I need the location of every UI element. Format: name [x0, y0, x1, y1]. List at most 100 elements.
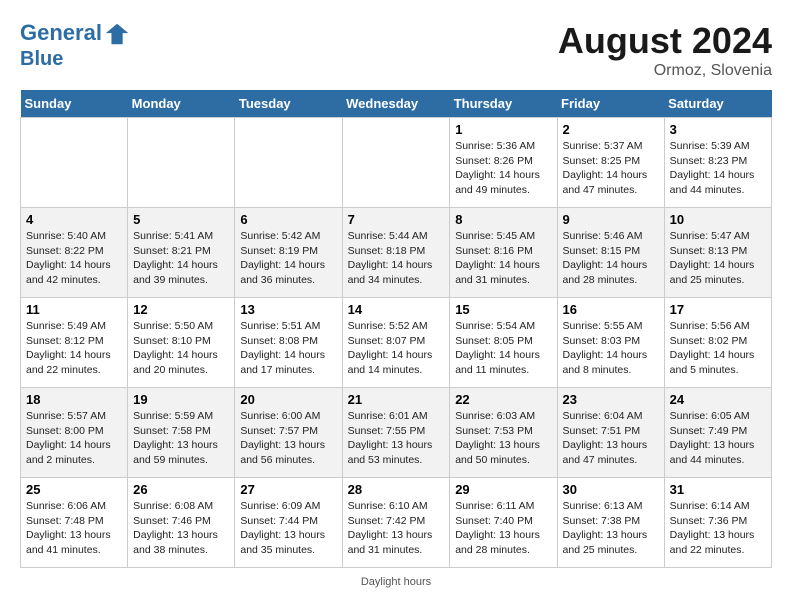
location: Ormoz, Slovenia	[558, 62, 772, 80]
dow-friday: Friday	[557, 90, 664, 118]
day-info: Sunrise: 5:49 AM Sunset: 8:12 PM Dayligh…	[26, 319, 122, 378]
day-info: Sunrise: 5:37 AM Sunset: 8:25 PM Dayligh…	[563, 139, 659, 198]
day-number: 27	[240, 482, 336, 497]
calendar-cell: 4Sunrise: 5:40 AM Sunset: 8:22 PM Daylig…	[21, 208, 128, 298]
day-info: Sunrise: 5:42 AM Sunset: 8:19 PM Dayligh…	[240, 229, 336, 288]
day-info: Sunrise: 6:03 AM Sunset: 7:53 PM Dayligh…	[455, 409, 551, 468]
day-info: Sunrise: 5:55 AM Sunset: 8:03 PM Dayligh…	[563, 319, 659, 378]
calendar-cell: 24 Sunrise: 6:05 AM Sunset: 7:49 PM Dayli…	[664, 388, 771, 478]
calendar-cell: 22 Sunrise: 6:03 AM Sunset: 7:53 PM Dayli…	[450, 388, 557, 478]
calendar-cell: 14 Sunrise: 5:52 AM Sunset: 8:07 PM Dayli…	[342, 298, 450, 388]
day-number: 20	[240, 392, 336, 407]
day-number: 18	[26, 392, 122, 407]
day-number: 30	[563, 482, 659, 497]
day-number: 16	[563, 302, 659, 317]
day-info: Sunrise: 5:57 AM Sunset: 8:00 PM Dayligh…	[26, 409, 122, 468]
footer-note: Daylight hours	[20, 576, 772, 588]
day-info: Sunrise: 5:47 AM Sunset: 8:13 PM Dayligh…	[670, 229, 766, 288]
day-number: 1	[455, 122, 551, 137]
calendar-cell	[235, 118, 342, 208]
calendar-cell: 13 Sunrise: 5:51 AM Sunset: 8:08 PM Dayli…	[235, 298, 342, 388]
calendar-cell: 12Sunrise: 5:50 AM Sunset: 8:10 PM Dayli…	[128, 298, 235, 388]
day-info: Sunrise: 6:00 AM Sunset: 7:57 PM Dayligh…	[240, 409, 336, 468]
day-number: 17	[670, 302, 766, 317]
day-number: 22	[455, 392, 551, 407]
day-info: Sunrise: 5:51 AM Sunset: 8:08 PM Dayligh…	[240, 319, 336, 378]
day-number: 5	[133, 212, 229, 227]
calendar-cell: 30 Sunrise: 6:13 AM Sunset: 7:38 PM Dayli…	[557, 478, 664, 568]
day-number: 23	[563, 392, 659, 407]
day-info: Sunrise: 5:54 AM Sunset: 8:05 PM Dayligh…	[455, 319, 551, 378]
day-info: Sunrise: 5:45 AM Sunset: 8:16 PM Dayligh…	[455, 229, 551, 288]
dow-wednesday: Wednesday	[342, 90, 450, 118]
day-number: 2	[563, 122, 659, 137]
calendar-cell	[342, 118, 450, 208]
month-title: August 2024	[558, 20, 772, 62]
calendar-cell: 27 Sunrise: 6:09 AM Sunset: 7:44 PM Dayli…	[235, 478, 342, 568]
calendar-cell: 15 Sunrise: 5:54 AM Sunset: 8:05 PM Dayli…	[450, 298, 557, 388]
calendar-cell: 5 Sunrise: 5:41 AM Sunset: 8:21 PM Daylig…	[128, 208, 235, 298]
day-number: 26	[133, 482, 229, 497]
calendar-cell: 3 Sunrise: 5:39 AM Sunset: 8:23 PM Daylig…	[664, 118, 771, 208]
calendar-cell: 19 Sunrise: 5:59 AM Sunset: 7:58 PM Dayli…	[128, 388, 235, 478]
day-info: Sunrise: 5:50 AM Sunset: 8:10 PM Dayligh…	[133, 319, 229, 378]
day-info: Sunrise: 6:04 AM Sunset: 7:51 PM Dayligh…	[563, 409, 659, 468]
day-info: Sunrise: 5:40 AM Sunset: 8:22 PM Dayligh…	[26, 229, 122, 288]
dow-thursday: Thursday	[450, 90, 557, 118]
day-info: Sunrise: 5:36 AM Sunset: 8:26 PM Dayligh…	[455, 139, 551, 198]
calendar-cell: 7Sunrise: 5:44 AM Sunset: 8:18 PM Daylig…	[342, 208, 450, 298]
calendar-cell: 23 Sunrise: 6:04 AM Sunset: 7:51 PM Dayli…	[557, 388, 664, 478]
day-info: Sunrise: 5:59 AM Sunset: 7:58 PM Dayligh…	[133, 409, 229, 468]
logo-text: General	[20, 20, 132, 48]
calendar-cell	[21, 118, 128, 208]
calendar-cell: 2 Sunrise: 5:37 AM Sunset: 8:25 PM Daylig…	[557, 118, 664, 208]
calendar-cell: 1 Sunrise: 5:36 AM Sunset: 8:26 PM Daylig…	[450, 118, 557, 208]
day-info: Sunrise: 5:39 AM Sunset: 8:23 PM Dayligh…	[670, 139, 766, 198]
day-info: Sunrise: 5:56 AM Sunset: 8:02 PM Dayligh…	[670, 319, 766, 378]
calendar-cell	[128, 118, 235, 208]
day-number: 28	[348, 482, 445, 497]
day-number: 3	[670, 122, 766, 137]
calendar-cell: 28 Sunrise: 6:10 AM Sunset: 7:42 PM Dayli…	[342, 478, 450, 568]
day-info: Sunrise: 6:11 AM Sunset: 7:40 PM Dayligh…	[455, 499, 551, 558]
day-info: Sunrise: 6:13 AM Sunset: 7:38 PM Dayligh…	[563, 499, 659, 558]
calendar-cell: 11 Sunrise: 5:49 AM Sunset: 8:12 PM Dayli…	[21, 298, 128, 388]
day-number: 31	[670, 482, 766, 497]
dow-tuesday: Tuesday	[235, 90, 342, 118]
day-number: 19	[133, 392, 229, 407]
day-number: 21	[348, 392, 445, 407]
day-info: Sunrise: 6:14 AM Sunset: 7:36 PM Dayligh…	[670, 499, 766, 558]
day-info: Sunrise: 5:52 AM Sunset: 8:07 PM Dayligh…	[348, 319, 445, 378]
day-number: 15	[455, 302, 551, 317]
calendar-cell: 8 Sunrise: 5:45 AM Sunset: 8:16 PM Daylig…	[450, 208, 557, 298]
day-number: 11	[26, 302, 122, 317]
calendar-cell: 29Sunrise: 6:11 AM Sunset: 7:40 PM Dayli…	[450, 478, 557, 568]
calendar-cell: 17 Sunrise: 5:56 AM Sunset: 8:02 PM Dayli…	[664, 298, 771, 388]
day-info: Sunrise: 6:09 AM Sunset: 7:44 PM Dayligh…	[240, 499, 336, 558]
title-block: August 2024 Ormoz, Slovenia	[558, 20, 772, 80]
day-number: 9	[563, 212, 659, 227]
calendar-cell: 18 Sunrise: 5:57 AM Sunset: 8:00 PM Dayli…	[21, 388, 128, 478]
day-info: Sunrise: 6:05 AM Sunset: 7:49 PM Dayligh…	[670, 409, 766, 468]
day-number: 8	[455, 212, 551, 227]
calendar-cell: 26 Sunrise: 6:08 AM Sunset: 7:46 PM Dayli…	[128, 478, 235, 568]
day-info: Sunrise: 6:08 AM Sunset: 7:46 PM Dayligh…	[133, 499, 229, 558]
calendar-cell: 16 Sunrise: 5:55 AM Sunset: 8:03 PM Dayli…	[557, 298, 664, 388]
logo: General Blue	[20, 20, 132, 70]
day-info: Sunrise: 6:10 AM Sunset: 7:42 PM Dayligh…	[348, 499, 445, 558]
day-info: Sunrise: 5:41 AM Sunset: 8:21 PM Dayligh…	[133, 229, 229, 288]
calendar-table: SundayMondayTuesdayWednesdayThursdayFrid…	[20, 90, 772, 568]
calendar-cell: 10Sunrise: 5:47 AM Sunset: 8:13 PM Dayli…	[664, 208, 771, 298]
day-info: Sunrise: 5:44 AM Sunset: 8:18 PM Dayligh…	[348, 229, 445, 288]
page-header: General Blue August 2024 Ormoz, Slovenia	[20, 20, 772, 80]
day-info: Sunrise: 5:46 AM Sunset: 8:15 PM Dayligh…	[563, 229, 659, 288]
day-number: 14	[348, 302, 445, 317]
calendar-cell: 31 Sunrise: 6:14 AM Sunset: 7:36 PM Dayli…	[664, 478, 771, 568]
day-number: 25	[26, 482, 122, 497]
calendar-cell: 6Sunrise: 5:42 AM Sunset: 8:19 PM Daylig…	[235, 208, 342, 298]
calendar-cell: 21 Sunrise: 6:01 AM Sunset: 7:55 PM Dayli…	[342, 388, 450, 478]
day-number: 13	[240, 302, 336, 317]
day-number: 24	[670, 392, 766, 407]
day-info: Sunrise: 6:01 AM Sunset: 7:55 PM Dayligh…	[348, 409, 445, 468]
dow-sunday: Sunday	[21, 90, 128, 118]
